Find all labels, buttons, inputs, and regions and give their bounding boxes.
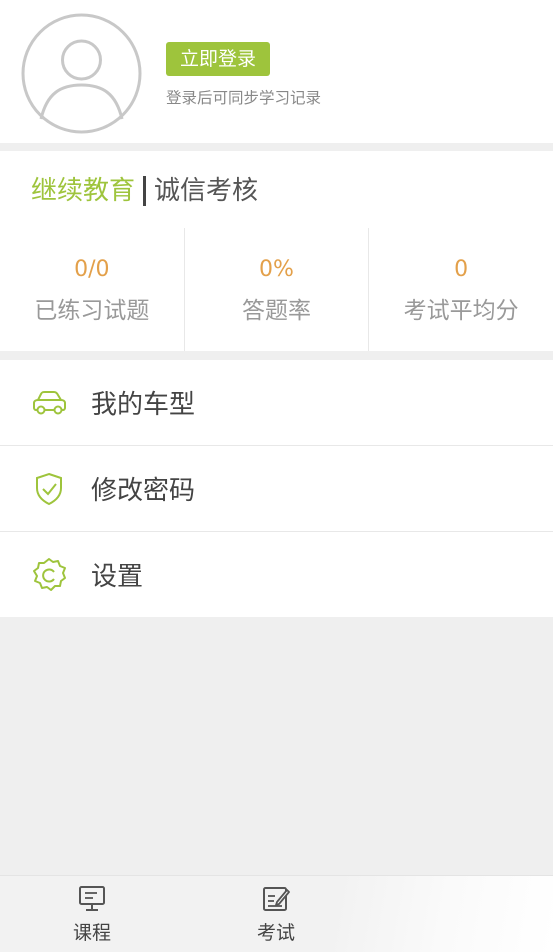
tab-integrity-assessment[interactable]: 诚信考核: [154, 173, 258, 209]
login-hint-text: 登录后可同步学习记录: [166, 89, 322, 107]
menu-item-label: 设置: [91, 562, 144, 592]
course-monitor-icon: [79, 886, 105, 911]
stats-row: 0/0 已练习试题 0% 答题率 0 考试平均分: [0, 228, 553, 351]
stat-label: 考试平均分: [403, 298, 519, 324]
tabbar-item-label: 考试: [256, 922, 295, 944]
menu-item-settings[interactable]: 设置: [0, 532, 553, 617]
avatar[interactable]: [21, 13, 142, 134]
stats-tabs: 继续教育 诚信考核: [31, 171, 258, 211]
settings-menu: 我的车型 修改密码 设置: [0, 360, 553, 617]
menu-item-change-password[interactable]: 修改密码: [0, 446, 553, 532]
menu-item-my-car-type[interactable]: 我的车型: [0, 360, 553, 446]
stat-practiced-questions: 0/0 已练习试题: [0, 228, 184, 351]
tabbar-item-exam[interactable]: 考试: [236, 884, 316, 945]
tabbar-item-course[interactable]: 课程: [52, 884, 132, 945]
tab-divider: [143, 176, 147, 206]
profile-header: 立即登录 登录后可同步学习记录: [0, 0, 553, 143]
stat-value: 0%: [259, 257, 294, 282]
stat-value: 0: [454, 257, 469, 282]
car-icon: [30, 384, 68, 422]
exam-edit-icon: [263, 887, 290, 911]
tabbar-item-label: 课程: [72, 922, 111, 944]
profile-page: 立即登录 登录后可同步学习记录 继续教育 诚信考核 0/0 已练习试题 0% 答…: [0, 0, 553, 952]
settings-gear-icon: [30, 556, 68, 594]
stat-label: 已练习试题: [34, 298, 150, 324]
stat-answer-rate: 0% 答题率: [183, 228, 369, 351]
tab-continuing-education[interactable]: 继续教育: [31, 173, 135, 209]
stat-value: 0/0: [74, 257, 110, 282]
login-button[interactable]: 立即登录: [166, 42, 270, 76]
shield-check-icon: [30, 470, 68, 508]
menu-item-label: 我的车型: [91, 390, 196, 420]
bottom-tab-bar: 课程 考试: [0, 875, 553, 952]
stat-label: 答题率: [242, 298, 311, 324]
default-avatar-icon: [21, 13, 142, 134]
stat-average-score: 0 考试平均分: [368, 228, 553, 351]
menu-item-label: 修改密码: [91, 476, 196, 506]
stats-card: 继续教育 诚信考核 0/0 已练习试题 0% 答题率 0 考试平均分: [0, 151, 553, 351]
